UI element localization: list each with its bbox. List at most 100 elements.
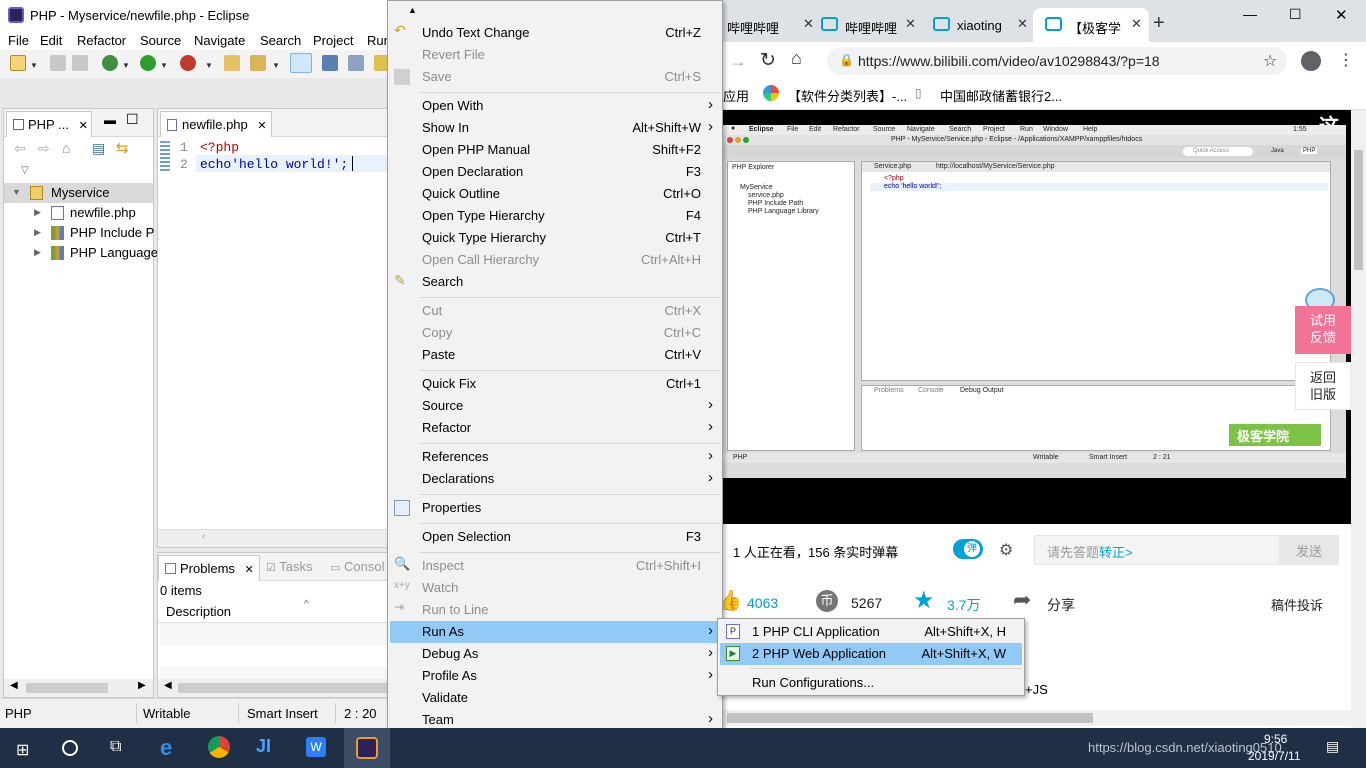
minimize-window-icon[interactable]: — — [1243, 6, 1257, 22]
old-version-button[interactable]: 返回 旧版 — [1295, 362, 1351, 410]
editor-tab-newfile[interactable]: newfile.php ✕ — [160, 111, 272, 137]
menu-item-properties[interactable]: Properties — [390, 497, 720, 519]
scroll-left-icon[interactable]: ◀ — [164, 680, 172, 691]
menu-source[interactable]: Source — [140, 33, 181, 48]
menu-item-cut[interactable]: Cut Ctrl+X — [390, 300, 720, 322]
report-link[interactable]: 稿件投诉 — [1271, 595, 1323, 614]
menu-item-inspect[interactable]: 🔍 Inspect Ctrl+Shift+I — [390, 555, 720, 577]
task-view-button[interactable]: ⧉ — [100, 733, 140, 763]
explorer-hscrollbar[interactable]: ◀ ▶ — [4, 679, 153, 697]
scroll-right-icon[interactable]: ▶ — [138, 680, 146, 691]
menu-item-show-in[interactable]: Show In Alt+Shift+W › — [390, 117, 720, 139]
explorer-tab[interactable]: PHP ... ✕ — [6, 111, 92, 137]
forward-icon[interactable]: → — [729, 51, 747, 72]
profile-icon[interactable] — [1301, 51, 1321, 71]
cortana-button[interactable] — [52, 733, 92, 763]
close-icon[interactable]: ✕ — [79, 120, 88, 132]
chevron-down-icon[interactable]: ▼ — [30, 61, 38, 70]
save-all-icon[interactable] — [72, 55, 88, 71]
column-description[interactable]: Description — [166, 604, 231, 619]
taskbar-eclipse-active[interactable] — [344, 728, 390, 768]
bookmark-bank[interactable]: 中国邮政储蓄银行2... — [940, 86, 1062, 105]
browser-tab-2[interactable]: 哔哩哔哩 ✕ — [809, 8, 921, 42]
tab-problems[interactable]: Problems ✕ — [158, 555, 260, 581]
home-icon[interactable]: ⌂ — [62, 140, 70, 156]
send-button[interactable]: 发送 — [1279, 535, 1339, 565]
editor-hscrollbar[interactable]: ‹ — [158, 529, 387, 547]
mark-occurrences-icon[interactable] — [290, 53, 312, 73]
tab-console[interactable]: ▭ Consol — [330, 559, 385, 574]
menu-item-declarations[interactable]: Declarations › — [390, 468, 720, 490]
menu-item-profile-as[interactable]: Profile As › — [390, 665, 720, 687]
menu-item-quick-outline[interactable]: Quick Outline Ctrl+O — [390, 183, 720, 205]
scroll-thumb[interactable] — [178, 683, 387, 693]
more-menu-icon[interactable]: ⋮ — [1338, 50, 1354, 70]
reload-icon[interactable]: ↻ — [760, 49, 776, 72]
external-tools-icon[interactable] — [180, 55, 196, 71]
problems-hscrollbar[interactable]: ◀ — [158, 679, 387, 697]
danmaku-settings-icon[interactable]: ⚙ — [999, 540, 1013, 560]
tree-item-language[interactable]: ▶ PHP Language — [4, 243, 158, 263]
menu-item-run-to-line[interactable]: ⇥ Run to Line — [390, 599, 720, 621]
maximize-window-icon[interactable]: ☐ — [1289, 6, 1302, 23]
star-bookmark-icon[interactable]: ☆ — [1263, 51, 1277, 71]
notification-icon[interactable]: ▤ — [1326, 738, 1339, 755]
menu-item-copy[interactable]: Copy Ctrl+C — [390, 322, 720, 344]
taskbar-wps[interactable]: W — [296, 733, 336, 763]
menu-item-quick-type-hierarchy[interactable]: Quick Type Hierarchy Ctrl+T — [390, 227, 720, 249]
run-icon[interactable] — [140, 55, 156, 71]
close-icon[interactable]: ✕ — [257, 120, 266, 132]
menu-item-run-configurations[interactable]: Run Configurations... — [720, 672, 1022, 694]
close-tab-icon[interactable]: ✕ — [1017, 16, 1028, 32]
page-scroll-thumb[interactable] — [1354, 150, 1363, 270]
clock-time[interactable]: 9:56 — [1264, 732, 1287, 746]
menu-item-undo[interactable]: ↶ Undo Text Change Ctrl+Z — [390, 22, 720, 44]
taskbar-jetbrains[interactable]: JI — [246, 733, 286, 763]
back-icon[interactable]: ⇦ — [14, 140, 26, 157]
close-tab-icon[interactable]: ✕ — [905, 16, 916, 32]
url-text[interactable]: https://www.bilibili.com/video/av1029884… — [858, 53, 1160, 69]
taskbar-edge[interactable]: e — [150, 733, 190, 763]
tab-tasks[interactable]: ☑ Tasks — [266, 559, 313, 574]
tree-item-include-path[interactable]: ▶ PHP Include P — [4, 223, 154, 243]
save-icon[interactable] — [50, 55, 66, 71]
menu-item-source[interactable]: Source › — [390, 395, 720, 417]
menu-run[interactable]: Run — [367, 33, 388, 48]
menu-item-paste[interactable]: Paste Ctrl+V — [390, 344, 720, 366]
debug-icon[interactable] — [102, 55, 118, 71]
scroll-left-icon[interactable]: ‹ — [202, 531, 205, 542]
video-player[interactable]: 这 ● Eclipse File Edit Refactor Source Na… — [723, 110, 1351, 524]
danmaku-input[interactable]: 请先答题 转正> 发送 — [1034, 535, 1339, 565]
menu-item-php-manual[interactable]: Open PHP Manual Shift+F2 — [390, 139, 720, 161]
close-icon[interactable]: ✕ — [245, 564, 254, 576]
danmaku-answer-link[interactable]: 转正> — [1099, 542, 1133, 561]
home-icon[interactable]: ⌂ — [791, 48, 802, 69]
menu-item-php-cli[interactable]: P 1 PHP CLI Application Alt+Shift+X, H — [720, 621, 1022, 643]
favorite-star-icon[interactable]: ★ — [913, 586, 935, 615]
code-line-2[interactable]: echo'hello world!'; — [200, 157, 348, 172]
menu-project[interactable]: Project — [313, 33, 353, 48]
menu-file[interactable]: File — [8, 33, 29, 48]
close-window-icon[interactable]: ✕ — [1335, 6, 1348, 24]
close-tab-icon[interactable]: ✕ — [1131, 16, 1142, 32]
new-tab-icon[interactable]: + — [1153, 12, 1165, 35]
chevron-down-icon[interactable]: ▼ — [122, 61, 130, 70]
taskbar-chrome[interactable] — [198, 733, 238, 763]
menu-item-open-declaration[interactable]: Open Declaration F3 — [390, 161, 720, 183]
menu-item-validate[interactable]: Validate — [390, 687, 720, 709]
bulb-icon[interactable] — [374, 55, 388, 71]
expand-icon[interactable]: ▶ — [34, 227, 41, 238]
feedback-button[interactable]: 试用 反馈 — [1295, 306, 1351, 354]
lock-icon[interactable]: 🔒 — [839, 53, 854, 67]
bookmark-software[interactable]: 【软件分类列表】-... — [788, 86, 907, 105]
browser-tab-3[interactable]: xiaoting ✕ — [921, 8, 1033, 42]
view-menu-icon[interactable]: ▽ — [21, 165, 29, 176]
browser-tab-1[interactable]: 哔哩哔哩 ✕ — [723, 8, 821, 42]
expand-icon[interactable]: ▶ — [34, 207, 41, 218]
expand-icon[interactable]: ▶ — [34, 247, 41, 258]
maximize-icon[interactable]: ☐ — [126, 111, 139, 128]
tree-item-project[interactable]: ▼ Myservice — [4, 183, 153, 203]
menu-item-open-selection[interactable]: Open Selection F3 — [390, 526, 720, 548]
menu-item-open-call-hierarchy[interactable]: Open Call Hierarchy Ctrl+Alt+H — [390, 249, 720, 271]
menu-item-search[interactable]: ✎ Search — [390, 271, 720, 293]
